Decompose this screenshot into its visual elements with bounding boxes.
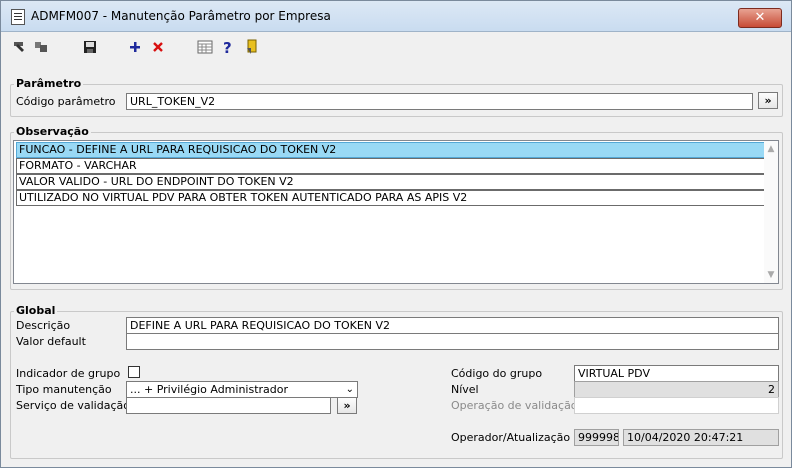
observacao-line[interactable]: UTILIZADO NO VIRTUAL PDV PARA OBTER TOKE… — [16, 190, 765, 206]
document-icon — [11, 9, 25, 25]
chevron-down-icon: ⌄ — [345, 384, 354, 395]
help-icon[interactable]: ? — [219, 38, 237, 56]
title-bar[interactable]: ADMFM007 - Manutenção Parâmetro por Empr… — [1, 1, 791, 32]
operador-field: 999998 — [574, 429, 619, 446]
nivel-label: Nível — [451, 383, 479, 396]
observacao-line[interactable]: FORMATO - VARCHAR — [16, 158, 765, 174]
svg-text:?: ? — [223, 39, 232, 55]
exit-icon[interactable] — [243, 38, 261, 56]
valor-default-field[interactable] — [126, 333, 779, 350]
nivel-field: 2 — [574, 381, 779, 398]
servico-validacao-field[interactable] — [126, 397, 331, 414]
observacao-scrollbar[interactable]: ▲ ▼ — [764, 141, 778, 283]
observacao-line[interactable]: VALOR VALIDO - URL DO ENDPOINT DO TOKEN … — [16, 174, 765, 190]
delete-icon[interactable] — [149, 38, 167, 56]
tipo-manutencao-value: ... + Privilégio Administrador — [130, 383, 289, 396]
close-button[interactable]: ✕ — [738, 8, 782, 28]
operacao-validacao-field — [574, 397, 779, 414]
scroll-up-icon[interactable]: ▲ — [766, 144, 776, 154]
servico-validacao-lookup-button[interactable]: » — [337, 397, 357, 414]
operacao-validacao-label: Operação de validação — [451, 399, 578, 412]
observacao-list[interactable]: FUNCAO - DEFINE A URL PARA REQUISICAO DO… — [13, 140, 779, 284]
observacao-line[interactable]: FUNCAO - DEFINE A URL PARA REQUISICAO DO… — [16, 142, 765, 158]
add-icon[interactable] — [126, 38, 144, 56]
main-window: ADMFM007 - Manutenção Parâmetro por Empr… — [0, 0, 792, 468]
tipo-manutencao-select[interactable]: ... + Privilégio Administrador ⌄ — [126, 381, 358, 398]
observacao-legend: Observação — [14, 125, 91, 138]
toolbar: ? — [1, 32, 791, 62]
first-icon[interactable] — [10, 38, 28, 56]
operador-atualizacao-label: Operador/Atualização — [451, 431, 571, 444]
codigo-grupo-field[interactable]: VIRTUAL PDV — [574, 365, 779, 382]
parametro-legend: Parâmetro — [14, 77, 84, 90]
indicador-grupo-checkbox[interactable] — [128, 366, 140, 378]
previous-icon[interactable] — [32, 38, 50, 56]
save-icon[interactable] — [81, 38, 99, 56]
servico-validacao-label: Serviço de validação — [16, 399, 130, 412]
codigo-parametro-label: Código parâmetro — [16, 95, 116, 108]
descricao-field[interactable]: DEFINE A URL PARA REQUISICAO DO TOKEN V2 — [126, 317, 779, 334]
atualizacao-field: 10/04/2020 20:47:21 — [623, 429, 779, 446]
indicador-grupo-label: Indicador de grupo — [16, 367, 121, 380]
global-legend: Global — [14, 304, 58, 317]
calculator-icon[interactable] — [196, 38, 214, 56]
descricao-label: Descrição — [16, 319, 71, 332]
scroll-down-icon[interactable]: ▼ — [766, 270, 776, 280]
codigo-grupo-label: Código do grupo — [451, 367, 543, 380]
tipo-manutencao-label: Tipo manutenção — [16, 383, 112, 396]
valor-default-label: Valor default — [16, 335, 86, 348]
codigo-parametro-field[interactable]: URL_TOKEN_V2 — [126, 93, 753, 110]
codigo-parametro-lookup-button[interactable]: » — [758, 92, 778, 109]
window-title: ADMFM007 - Manutenção Parâmetro por Empr… — [31, 9, 331, 23]
